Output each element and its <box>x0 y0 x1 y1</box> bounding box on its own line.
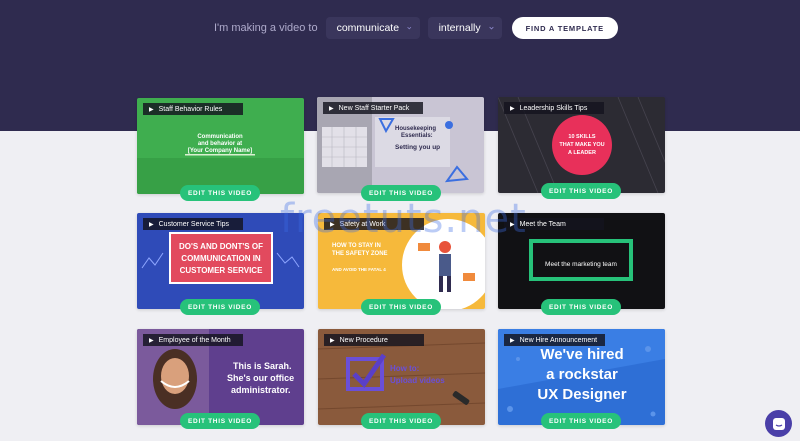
card-title: ▶ Employee of the Month <box>143 334 243 346</box>
card-title: ▶ Meet the Team <box>504 218 604 230</box>
art-line: Housekeeping <box>395 126 436 132</box>
template-card-customer-service[interactable]: DO'S AND DONT'S OF COMMUNICATION IN CUST… <box>137 213 304 309</box>
edit-video-button[interactable]: EDIT THIS VIDEO <box>541 413 621 429</box>
art-line: Upload videos <box>390 376 445 385</box>
template-card-meet-team[interactable]: Meet the marketing team ▶ Meet the Team <box>498 213 665 309</box>
play-icon: ▶ <box>149 221 154 228</box>
art-line: administrator. <box>231 385 291 395</box>
art-line: HOW TO STAY IN <box>332 243 381 249</box>
art-line: How to: <box>390 364 419 373</box>
template-card-safety[interactable]: HOW TO STAY IN THE SAFETY ZONE AND AVOID… <box>318 213 485 309</box>
card-title: ▶ New Hire Announcement <box>504 334 606 346</box>
play-icon: ▶ <box>149 106 154 113</box>
art-line: We've hired <box>540 346 623 363</box>
art-line: and behavior at <box>198 141 242 147</box>
template-card-employee[interactable]: This is Sarah. She's our office administ… <box>137 329 304 425</box>
art-line: Setting you up <box>395 144 440 151</box>
play-icon: ▶ <box>330 337 335 344</box>
art-line: Communication <box>197 134 243 140</box>
chat-icon <box>772 417 785 430</box>
card-title: ▶ New Procedure <box>324 334 424 346</box>
chevron-down-icon <box>488 26 494 30</box>
art-line: DO'S AND DONT'S OF <box>179 242 263 251</box>
edit-video-button[interactable]: EDIT THIS VIDEO <box>361 185 441 201</box>
template-card-new-procedure[interactable]: How to: Upload videos ▶ New Procedure <box>318 329 485 425</box>
chat-button[interactable] <box>765 410 792 437</box>
find-template-button[interactable]: FIND A TEMPLATE <box>511 17 618 39</box>
art-line: CUSTOMER SERVICE <box>180 266 263 275</box>
art-line: THE SAFETY ZONE <box>332 251 388 257</box>
template-card-starter-pack[interactable]: Housekeeping Essentials: Setting you up … <box>317 97 484 193</box>
edit-video-button[interactable]: EDIT THIS VIDEO <box>361 299 441 315</box>
audience-dropdown[interactable]: internally <box>427 17 502 39</box>
art-line: THAT MAKE YOU <box>559 142 604 148</box>
template-finder: I'm making a video to communicate intern… <box>214 17 618 39</box>
play-icon: ▶ <box>149 337 154 344</box>
art-line: Meet the marketing team <box>545 261 617 268</box>
card-title: ▶ New Staff Starter Pack <box>323 102 423 114</box>
purpose-value: communicate <box>336 22 400 34</box>
card-title: ▶ Customer Service Tips <box>143 218 243 230</box>
purpose-dropdown[interactable]: communicate <box>325 17 420 39</box>
card-title: ▶ Leadership Skills Tips <box>504 102 604 114</box>
finder-prefix: I'm making a video to <box>214 22 318 34</box>
card-title: ▶ Staff Behavior Rules <box>143 103 243 115</box>
art-line: Essentials: <box>401 133 433 139</box>
art-line: This is Sarah. <box>233 361 292 371</box>
audience-value: internally <box>438 22 481 34</box>
play-icon: ▶ <box>510 105 515 112</box>
play-icon: ▶ <box>510 337 515 344</box>
art-line: a rockstar <box>546 366 618 383</box>
art-line: [Your Company Name] <box>188 148 252 154</box>
art-line: AND AVOID THE FATAL 4 <box>332 267 386 272</box>
template-card-new-hire[interactable]: We've hired a rockstar UX Designer ▶ New … <box>498 329 665 425</box>
art-line: COMMUNICATION IN <box>181 254 261 263</box>
art-line: She's our office <box>227 373 294 383</box>
play-icon: ▶ <box>330 221 335 228</box>
edit-video-button[interactable]: EDIT THIS VIDEO <box>180 413 260 429</box>
template-card-staff-behavior[interactable]: Communication and behavior at [Your Comp… <box>137 98 304 194</box>
art-line: 10 SKILLS <box>568 134 596 140</box>
edit-video-button[interactable]: EDIT THIS VIDEO <box>180 299 260 315</box>
art-line: UX Designer <box>537 386 626 403</box>
edit-video-button[interactable]: EDIT THIS VIDEO <box>361 413 441 429</box>
art-line: A LEADER <box>568 150 596 156</box>
template-card-leadership[interactable]: 10 SKILLS THAT MAKE YOU A LEADER ▶ Leader… <box>498 97 665 193</box>
edit-video-button[interactable]: EDIT THIS VIDEO <box>541 183 621 199</box>
edit-video-button[interactable]: EDIT THIS VIDEO <box>180 185 260 201</box>
play-icon: ▶ <box>329 105 334 112</box>
edit-video-button[interactable]: EDIT THIS VIDEO <box>541 299 621 315</box>
card-title: ▶ Safety at Work <box>324 218 424 230</box>
play-icon: ▶ <box>510 221 515 228</box>
chevron-down-icon <box>407 26 412 30</box>
